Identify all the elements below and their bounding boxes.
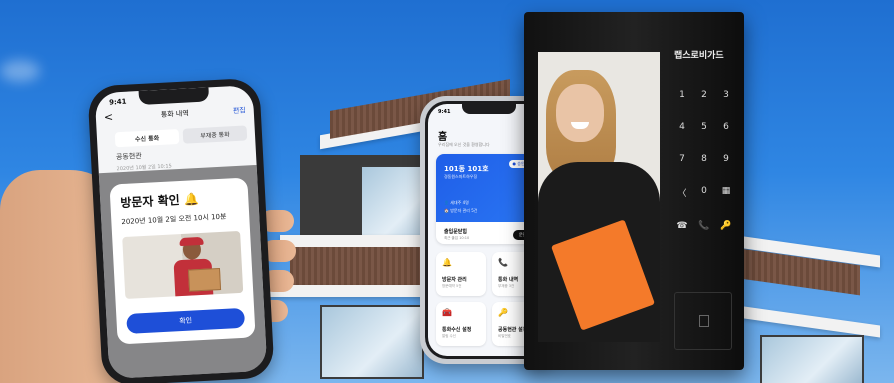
- panel-logo: 랩스로비가드: [674, 51, 724, 61]
- tile-label: 통화 내역: [498, 277, 519, 283]
- tile-sub: 부재중 3건: [498, 284, 515, 288]
- parcel-box: [187, 268, 222, 292]
- phone-icon: 📞: [498, 258, 508, 267]
- tile-label: 방문자 관리: [442, 277, 467, 283]
- key-2[interactable]: 2: [694, 90, 714, 100]
- visitor-photo: [122, 230, 244, 300]
- tile-sub: 알림 수신: [442, 334, 456, 338]
- key-icon: 🔑: [498, 308, 508, 317]
- call-icon[interactable]: 📞: [694, 221, 714, 231]
- left-phone: 9:41 < 통화 내역 편집 수신 통화 부재중 통화 공동현관 2020년 …: [87, 77, 275, 383]
- key-1[interactable]: 1: [672, 90, 692, 100]
- key-8[interactable]: 8: [694, 154, 714, 164]
- key-0[interactable]: 0: [694, 186, 714, 199]
- hero-scene: 9:41 < 통화 내역 편집 수신 통화 부재중 통화 공동현관 2020년 …: [0, 0, 894, 383]
- tab-missed[interactable]: 부재중 통화: [182, 125, 248, 144]
- phone-notch: [138, 87, 210, 106]
- call-history-title: 통화 내역: [160, 109, 190, 119]
- confirm-button[interactable]: 확인: [126, 307, 246, 334]
- cloud: [0, 60, 40, 82]
- panel-video-screen: [538, 52, 660, 342]
- tile-sub: 비밀번호: [498, 334, 511, 338]
- call-tabs: 수신 통화 부재중 통화: [114, 125, 248, 148]
- tile-label: 공동현관 설정: [498, 327, 528, 333]
- members-line: 👤 세대주 4명: [444, 200, 469, 205]
- tile-visitor-management[interactable]: 🔔 방문자 관리 방문예약 5건: [436, 252, 486, 296]
- visitors-line: 🏠 방문자 관리 5건: [444, 208, 478, 213]
- modal-title: 방문자 확인 🔔: [120, 192, 200, 211]
- key-5[interactable]: 5: [694, 122, 714, 132]
- tile-call-settings[interactable]: 🧰 통화수신 설정 알림 수신: [436, 302, 486, 346]
- tab-received[interactable]: 수신 통화: [114, 128, 180, 148]
- keypad: 1 2 3 4 5 6 7 8 9 〈 0 ▦ ☎ 📞 🔑: [672, 90, 736, 231]
- key-9[interactable]: 9: [716, 154, 736, 164]
- lobby-panel: 랩스로비가드 1 2 3 4 5 6 7 8 9 〈 0 ▦ ☎ 📞 🔑: [524, 12, 744, 370]
- key-3[interactable]: 3: [716, 90, 736, 100]
- unit-number: 101동 101호: [444, 165, 489, 173]
- door-status: 출입문닫힘: [444, 229, 468, 235]
- home-title: 홈: [438, 132, 448, 143]
- key-6[interactable]: 6: [716, 122, 736, 132]
- modal-datetime: 2020년 10월 2일 오전 10시 10분: [121, 212, 227, 227]
- visitor-face: [556, 84, 604, 142]
- intercom-icon[interactable]: ☎: [672, 221, 692, 231]
- card-reader[interactable]: [674, 292, 732, 350]
- tile-label: 통화수신 설정: [442, 327, 472, 333]
- bell-icon: 🔔: [442, 258, 452, 267]
- status-time: 9:41: [108, 97, 127, 107]
- key-icon[interactable]: 🔑: [716, 221, 736, 231]
- key-back[interactable]: 〈: [672, 186, 692, 199]
- courier-cap: [179, 236, 204, 247]
- unit-address: 경동원스마트하우징: [444, 174, 478, 179]
- left-phone-screen: 9:41 < 통화 내역 편집 수신 통화 부재중 통화 공동현관 2020년 …: [94, 85, 268, 379]
- door-status-sub: 최근 출입 10:10: [444, 236, 470, 240]
- tile-sub: 방문예약 5건: [442, 284, 462, 288]
- toolbox-icon: 🧰: [442, 308, 452, 317]
- phone-notch: [462, 104, 516, 114]
- key-4[interactable]: 4: [672, 122, 692, 132]
- edit-button[interactable]: 편집: [233, 105, 246, 116]
- visitor-modal: 방문자 확인 🔔 2020년 10월 2일 오전 10시 10분 확인: [109, 177, 256, 345]
- card-reader-icon: [699, 315, 709, 327]
- key-7[interactable]: 7: [672, 154, 692, 164]
- status-time: 9:41: [438, 109, 451, 115]
- home-subtitle: 우리집에 오신 것을 환영합니다: [438, 142, 490, 147]
- qr-icon[interactable]: ▦: [716, 186, 736, 199]
